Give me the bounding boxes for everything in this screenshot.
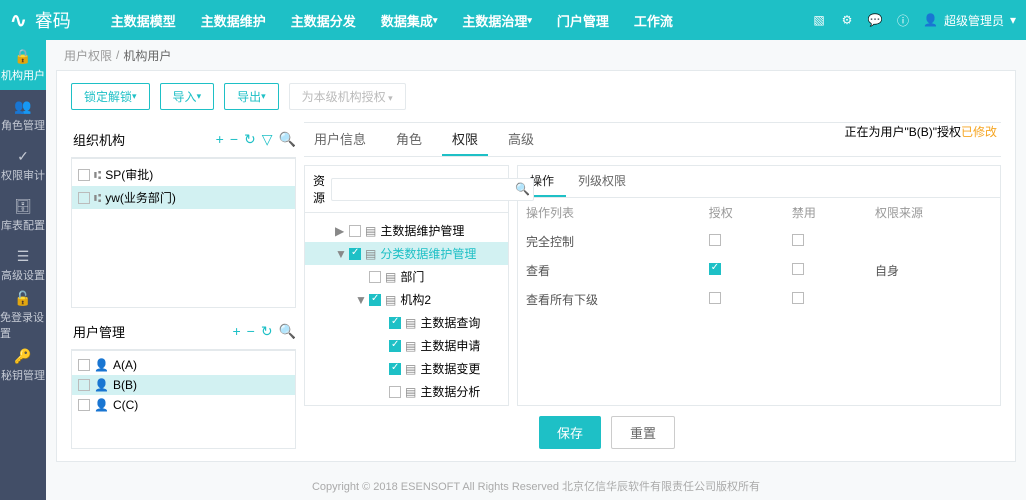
user-title: 用户管理 <box>71 318 127 345</box>
logo: ∿ 睿码 <box>10 7 71 33</box>
top-nav-2[interactable]: 主数据分发 <box>291 11 356 30</box>
user-menu[interactable]: 👤 超级管理员 ▾ <box>923 12 1016 29</box>
auth-info: 正在为用户"B(B)"授权已修改 <box>844 123 1001 156</box>
export-button[interactable]: 导出 <box>224 83 279 110</box>
footer: Copyright © 2018 ESENSOFT All Rights Res… <box>46 472 1026 500</box>
perm-row: 查看自身 <box>518 256 1000 285</box>
resource-node[interactable]: ▶▤主数据维护管理 <box>305 219 508 242</box>
sidebar-item-3[interactable]: 🗄库表配置 <box>0 190 46 240</box>
breadcrumb: 用户权限 / 机构用户 <box>46 40 1026 70</box>
top-nav-3[interactable]: 数据集成 <box>381 11 438 30</box>
org-title: 组织机构 <box>71 126 127 153</box>
topbar: ∿ 睿码 主数据模型 主数据维护 主数据分发 数据集成 主数据治理 门户管理 工作流 ▧ ⚙… <box>0 0 1026 40</box>
add-icon[interactable]: + <box>216 131 224 148</box>
tab-角色[interactable]: 角色 <box>386 123 432 156</box>
resource-node[interactable]: ▤部门 <box>305 265 508 288</box>
deny-checkbox[interactable] <box>792 263 804 275</box>
user-item[interactable]: 👤B(B) <box>72 375 295 395</box>
sidebar-item-2[interactable]: ✓权限审计 <box>0 140 46 190</box>
search-icon[interactable]: 🔍 <box>279 323 296 340</box>
chat-icon[interactable]: 💬 <box>867 12 883 28</box>
logo-icon: ∿ <box>10 8 27 33</box>
perm-tab-1[interactable]: 列级权限 <box>566 166 638 197</box>
chart-icon[interactable]: ▧ <box>811 12 827 28</box>
refresh-icon[interactable]: ↻ <box>244 131 256 148</box>
resource-label: 资源 <box>313 172 325 206</box>
import-button[interactable]: 导入 <box>160 83 215 110</box>
refresh-icon[interactable]: ↻ <box>261 323 273 340</box>
minus-icon[interactable]: − <box>230 131 238 148</box>
resource-node[interactable]: ▤主数据查询 <box>305 311 508 334</box>
search-icon[interactable]: 🔍 <box>515 182 530 196</box>
logo-text: 睿码 <box>35 7 71 33</box>
top-nav-4[interactable]: 主数据治理 <box>462 11 532 30</box>
top-nav-0[interactable]: 主数据模型 <box>111 11 176 30</box>
save-button[interactable]: 保存 <box>539 416 601 449</box>
user-item[interactable]: 👤C(C) <box>72 395 295 415</box>
top-nav-1[interactable]: 主数据维护 <box>201 11 266 30</box>
tab-权限[interactable]: 权限 <box>442 123 488 156</box>
reset-button[interactable]: 重置 <box>611 416 675 449</box>
auth-checkbox[interactable] <box>709 263 721 275</box>
user-label: 超级管理员 <box>944 12 1004 29</box>
sidebar-item-6[interactable]: 🔑秘钥管理 <box>0 340 46 390</box>
org-item[interactable]: ⑆yw(业务部门) <box>72 186 295 209</box>
resource-node[interactable]: ▼▤机构2 <box>305 288 508 311</box>
org-item[interactable]: ⑆SP(审批) <box>72 163 295 186</box>
perm-row: 完全控制 <box>518 227 1000 256</box>
user-item[interactable]: 👤A(A) <box>72 355 295 375</box>
deny-checkbox[interactable] <box>792 234 804 246</box>
authlevel-button[interactable]: 为本级机构授权 <box>289 83 406 110</box>
resource-node[interactable]: ▶▤机构_勿删_分发用 <box>305 403 508 405</box>
info-icon[interactable]: ⓘ <box>895 12 911 28</box>
filter-icon[interactable]: ▽ <box>262 131 273 148</box>
tab-高级[interactable]: 高级 <box>498 123 544 156</box>
resource-node[interactable]: ▼▤分类数据维护管理 <box>305 242 508 265</box>
org-tree: ⑆SP(审批)⑆yw(业务部门) <box>71 158 296 308</box>
sidebar: 🔒机构用户👥角色管理✓权限审计🗄库表配置☰高级设置🔓免登录设置🔑秘钥管理 <box>0 40 46 500</box>
chevron-down-icon: ▾ <box>1010 13 1016 27</box>
resource-node[interactable]: ▤主数据变更 <box>305 357 508 380</box>
top-nav-5[interactable]: 门户管理 <box>557 11 609 30</box>
auth-checkbox[interactable] <box>709 292 721 304</box>
search-icon[interactable]: 🔍 <box>279 131 296 148</box>
resource-search-input[interactable] <box>331 178 534 201</box>
user-tree: 👤A(A)👤B(B)👤C(C) <box>71 350 296 449</box>
sidebar-item-4[interactable]: ☰高级设置 <box>0 240 46 290</box>
deny-checkbox[interactable] <box>792 292 804 304</box>
gear-icon[interactable]: ⚙ <box>839 12 855 28</box>
resource-node[interactable]: ▤主数据申请 <box>305 334 508 357</box>
sidebar-item-5[interactable]: 🔓免登录设置 <box>0 290 46 340</box>
sidebar-item-0[interactable]: 🔒机构用户 <box>0 40 46 90</box>
add-icon[interactable]: + <box>232 323 240 340</box>
minus-icon[interactable]: − <box>247 323 255 340</box>
top-nav-6[interactable]: 工作流 <box>634 11 673 30</box>
perm-row: 查看所有下级 <box>518 285 1000 314</box>
sidebar-item-1[interactable]: 👥角色管理 <box>0 90 46 140</box>
user-icon: 👤 <box>923 13 938 27</box>
auth-checkbox[interactable] <box>709 234 721 246</box>
resource-node[interactable]: ▤主数据分析 <box>305 380 508 403</box>
tab-用户信息[interactable]: 用户信息 <box>304 123 376 156</box>
lock-button[interactable]: 锁定解锁 <box>71 83 150 110</box>
